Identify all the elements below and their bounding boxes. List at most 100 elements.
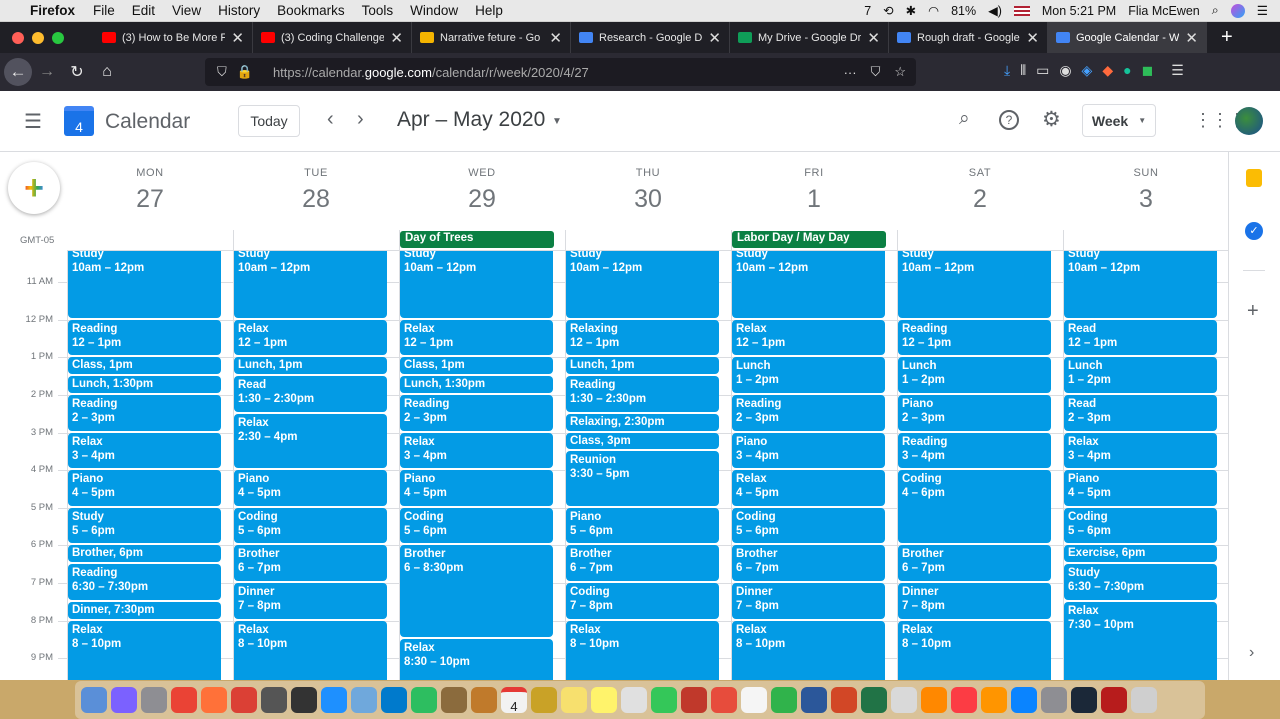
calendar-event[interactable]: Brother, 6pm	[68, 545, 221, 563]
keep-icon[interactable]	[1246, 169, 1262, 187]
screen-count-label[interactable]: 7	[864, 4, 871, 18]
tab-close-icon[interactable]: ✕	[867, 29, 880, 47]
calendar-event[interactable]: Relax 3 – 4pm	[68, 432, 221, 469]
allday-event[interactable]: Labor Day / May Day	[732, 231, 886, 248]
menu-view[interactable]: View	[172, 3, 201, 18]
menu-help[interactable]: Help	[475, 3, 503, 18]
photobooth-icon[interactable]	[681, 687, 707, 713]
menu-edit[interactable]: Edit	[132, 3, 155, 18]
calendar-event[interactable]: Relax 3 – 4pm	[1064, 432, 1217, 469]
calendar-event[interactable]: Study 10am – 12pm	[732, 251, 885, 318]
calendar-event[interactable]: Coding 5 – 6pm	[1064, 507, 1217, 544]
page-actions-icon[interactable]: ···	[844, 65, 857, 80]
powerpoint-icon[interactable]	[831, 687, 857, 713]
create-event-button[interactable]: +	[8, 162, 60, 214]
archive-icon[interactable]	[891, 687, 917, 713]
reload-button[interactable]: ↻	[62, 62, 92, 82]
calendar-event[interactable]: Relax 12 – 1pm	[400, 319, 553, 356]
calendar-event[interactable]: Reunion 3:30 – 5pm	[566, 451, 719, 506]
todoist-icon[interactable]	[231, 687, 257, 713]
day-header[interactable]: FRI 1	[731, 152, 897, 214]
tab-close-icon[interactable]: ✕	[390, 29, 403, 47]
calendar-event[interactable]: Brother 6 – 7pm	[234, 545, 387, 581]
calendar-event[interactable]: Lunch, 1pm	[566, 357, 719, 375]
today-button[interactable]: Today	[238, 105, 300, 137]
calendar-event[interactable]: Relax 12 – 1pm	[234, 319, 387, 356]
finder-icon[interactable]	[81, 687, 107, 713]
date-range-title[interactable]: Apr – May 2020	[397, 108, 545, 132]
calendar-event[interactable]: Lunch 1 – 2pm	[1064, 357, 1217, 393]
calendar-event[interactable]: Dinner 7 – 8pm	[898, 583, 1051, 619]
expand-panel-icon[interactable]: ›	[1249, 644, 1254, 662]
calendar-event[interactable]: Dinner, 7:30pm	[68, 601, 221, 619]
calendar-event[interactable]: Relax 12 – 1pm	[732, 319, 885, 356]
menu-file[interactable]: File	[93, 3, 115, 18]
calendar-event[interactable]: Lunch 1 – 2pm	[898, 357, 1051, 393]
settings-gear-icon[interactable]: ⚙	[1042, 107, 1061, 132]
calendar-event[interactable]: Read 1:30 – 2:30pm	[234, 376, 387, 412]
next-week-icon[interactable]: ›	[357, 108, 364, 131]
wifi-icon[interactable]: ◠	[928, 3, 939, 18]
launchpad-icon[interactable]	[141, 687, 167, 713]
calendar-event[interactable]: Class, 1pm	[68, 357, 221, 375]
vscode-icon[interactable]	[381, 687, 407, 713]
calendar-event[interactable]: Lunch, 1pm	[234, 357, 387, 375]
browser-tab[interactable]: (3) Coding Challenge ✕	[253, 22, 412, 53]
calendar-event[interactable]: Piano 4 – 5pm	[68, 470, 221, 506]
calendar-event[interactable]: Coding 5 – 6pm	[400, 507, 553, 544]
flag-icon[interactable]	[1013, 5, 1030, 16]
browser-tab[interactable]: Research - Google Do ✕	[571, 22, 730, 53]
allday-event[interactable]: Day of Trees	[400, 231, 554, 248]
tab-close-icon[interactable]: ✕	[708, 29, 721, 47]
main-menu-icon[interactable]: ☰	[24, 109, 42, 134]
calendar-event[interactable]: Lunch 1 – 2pm	[732, 357, 885, 393]
app-icon[interactable]	[1101, 687, 1127, 713]
day-number[interactable]: 1	[731, 185, 897, 214]
time-machine-icon[interactable]: ⟲	[883, 3, 893, 18]
preview-icon[interactable]	[351, 687, 377, 713]
day-header[interactable]: SAT 2	[897, 152, 1063, 214]
calendar-event[interactable]: Relax 2:30 – 4pm	[234, 413, 387, 469]
tab-close-icon[interactable]: ✕	[549, 29, 562, 47]
browser-tab[interactable]: Google Calendar - W ✕	[1048, 22, 1207, 53]
calendar-event[interactable]: Piano 4 – 5pm	[400, 470, 553, 506]
downloads-icon[interactable]: ⤓	[1004, 62, 1010, 79]
calendar-event[interactable]: Reading 12 – 1pm	[898, 319, 1051, 356]
home-button[interactable]: ⌂	[92, 63, 122, 81]
calendar-event[interactable]: Study 10am – 12pm	[898, 251, 1051, 318]
app-menu-firefox[interactable]: Firefox	[30, 3, 75, 18]
sidebar-icon[interactable]: ▭	[1036, 62, 1049, 79]
calendar-event[interactable]: Reading 1:30 – 2:30pm	[566, 376, 719, 412]
calendar-event[interactable]: Study 10am – 12pm	[1064, 251, 1217, 318]
menu-bookmarks[interactable]: Bookmarks	[277, 3, 345, 18]
books-icon[interactable]	[471, 687, 497, 713]
calendar-event[interactable]: Relax 8 – 10pm	[234, 620, 387, 680]
calendar-event[interactable]: Read 2 – 3pm	[1064, 395, 1217, 431]
avatar[interactable]	[1235, 107, 1263, 135]
day-number[interactable]: 30	[565, 185, 731, 214]
calendar-event[interactable]: Reading 2 – 3pm	[732, 395, 885, 431]
calendar-event[interactable]: Study 5 – 6pm	[68, 507, 221, 544]
calendar-event[interactable]: Reading 12 – 1pm	[68, 319, 221, 356]
spotlight-icon[interactable]: ⌕	[1212, 3, 1219, 18]
minimize-window-icon[interactable]	[32, 31, 44, 44]
library-icon[interactable]: ⫴	[1020, 62, 1026, 79]
notification-center-icon[interactable]: ☰	[1257, 3, 1268, 18]
excel-icon[interactable]	[861, 687, 887, 713]
help-icon[interactable]: ?	[999, 110, 1019, 130]
font-icon[interactable]	[291, 687, 317, 713]
calendar-event[interactable]: Coding 7 – 8pm	[566, 583, 719, 619]
day-number[interactable]: 29	[399, 185, 565, 214]
pocket-icon[interactable]: ⛉	[871, 64, 881, 80]
calendar-event[interactable]: Relax 7:30 – 10pm	[1064, 601, 1217, 680]
calendar-event[interactable]: Lunch, 1:30pm	[400, 376, 553, 393]
calendar-event[interactable]: Study 6:30 – 7:30pm	[1064, 564, 1217, 600]
calendar-event[interactable]: Study 10am – 12pm	[566, 251, 719, 318]
calendar-event[interactable]: Relaxing, 2:30pm	[566, 413, 719, 431]
day-header[interactable]: THU 30	[565, 152, 731, 214]
vlc-icon[interactable]	[921, 687, 947, 713]
firefox-icon[interactable]	[201, 687, 227, 713]
calendar-event[interactable]: Coding 4 – 6pm	[898, 470, 1051, 544]
calendar-event[interactable]: Brother 6 – 8:30pm	[400, 545, 553, 638]
browser-tab[interactable]: My Drive - Google Dr ✕	[730, 22, 889, 53]
